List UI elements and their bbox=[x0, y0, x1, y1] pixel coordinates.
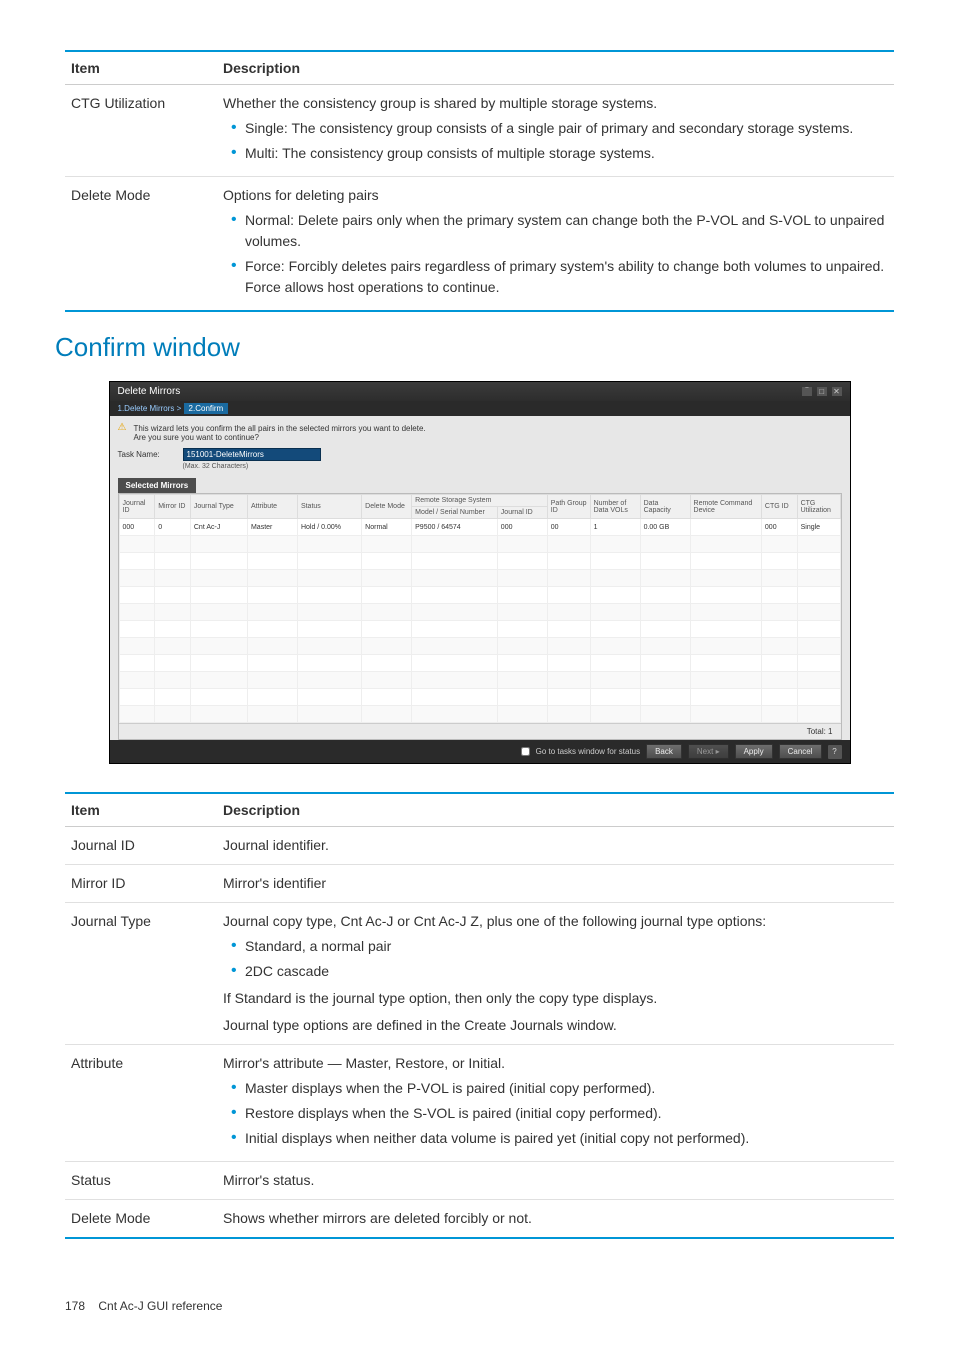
task-name-input[interactable] bbox=[183, 448, 321, 461]
page-number: 178 bbox=[65, 1299, 85, 1313]
cell-description: Mirror's identifier bbox=[217, 865, 894, 903]
cell-item: Journal ID bbox=[65, 827, 217, 865]
selected-mirrors-tab: Selected Mirrors bbox=[118, 478, 197, 493]
back-button[interactable]: Back bbox=[646, 744, 682, 759]
table-row: Attribute Mirror's attribute — Master, R… bbox=[65, 1045, 894, 1162]
section-title: Confirm window bbox=[55, 332, 894, 363]
cell-description: Mirror's status. bbox=[217, 1162, 894, 1200]
table-row: Delete Mode Options for deleting pairs N… bbox=[65, 177, 894, 312]
col-item: Item bbox=[65, 793, 217, 827]
bullet: Force: Forcibly deletes pairs regardless… bbox=[245, 256, 888, 298]
cell-description: Journal copy type, Cnt Ac-J or Cnt Ac-J … bbox=[217, 903, 894, 1045]
col-description: Description bbox=[217, 793, 894, 827]
table-row: Status Mirror's status. bbox=[65, 1162, 894, 1200]
desc-lead: Options for deleting pairs bbox=[223, 187, 379, 203]
hdr-ctg-util: CTG Utilization bbox=[797, 495, 840, 519]
cell-description: Shows whether mirrors are deleted forcib… bbox=[217, 1200, 894, 1239]
table-row: Mirror ID Mirror's identifier bbox=[65, 865, 894, 903]
bullet: Master displays when the P-VOL is paired… bbox=[245, 1078, 888, 1099]
go-to-tasks-checkbox-input[interactable] bbox=[521, 747, 530, 756]
apply-button[interactable]: Apply bbox=[735, 744, 773, 759]
hdr-attribute: Attribute bbox=[247, 495, 297, 519]
hdr-remote-storage: Remote Storage System bbox=[412, 495, 548, 507]
breadcrumb-step-1[interactable]: 1.Delete Mirrors bbox=[118, 404, 175, 413]
table-row: Journal Type Journal copy type, Cnt Ac-J… bbox=[65, 903, 894, 1045]
task-name-hint: (Max. 32 Characters) bbox=[183, 463, 249, 470]
dialog-title: Delete Mirrors bbox=[118, 386, 181, 397]
page-footer: 178 Cnt Ac-J GUI reference bbox=[65, 1299, 894, 1313]
hdr-remote-cmd-device: Remote Command Device bbox=[690, 495, 761, 519]
bullet: 2DC cascade bbox=[245, 961, 888, 982]
bullet: Multi: The consistency group consists of… bbox=[245, 143, 888, 164]
delete-mirrors-dialog: Delete Mirrors ‾ □ ✕ 1.Delete Mirrors > … bbox=[109, 381, 851, 764]
maximize-icon[interactable]: □ bbox=[817, 387, 827, 396]
cancel-button[interactable]: Cancel bbox=[779, 744, 822, 759]
cell-description: Mirror's attribute — Master, Restore, or… bbox=[217, 1045, 894, 1162]
close-icon[interactable]: ✕ bbox=[832, 387, 842, 396]
col-item: Item bbox=[65, 51, 217, 85]
grid-row[interactable]: 000 0 Cnt Ac-J Master Hold / 0.00% Norma… bbox=[119, 519, 840, 536]
go-to-tasks-checkbox[interactable]: Go to tasks window for status bbox=[517, 744, 641, 759]
hdr-path-group-id: Path Group ID bbox=[547, 495, 590, 519]
next-button[interactable]: Next ▸ bbox=[688, 744, 729, 759]
table-row: Delete Mode Shows whether mirrors are de… bbox=[65, 1200, 894, 1239]
footer-title: Cnt Ac-J GUI reference bbox=[98, 1299, 222, 1313]
hdr-journal-type: Journal Type bbox=[190, 495, 247, 519]
cell-item: Delete Mode bbox=[65, 1200, 217, 1239]
cell-description: Journal identifier. bbox=[217, 827, 894, 865]
breadcrumb-step-2: 2.Confirm bbox=[184, 403, 229, 414]
hdr-mirror-id: Mirror ID bbox=[155, 495, 191, 519]
task-name-label: Task Name: bbox=[118, 448, 173, 459]
table-row: CTG Utilization Whether the consistency … bbox=[65, 85, 894, 177]
hdr-data-capacity: Data Capacity bbox=[640, 495, 690, 519]
cell-item: Journal Type bbox=[65, 903, 217, 1045]
cell-item: Mirror ID bbox=[65, 865, 217, 903]
minimize-icon[interactable]: ‾ bbox=[802, 387, 812, 396]
hdr-delete-mode: Delete Mode bbox=[362, 495, 412, 519]
bullet: Restore displays when the S-VOL is paire… bbox=[245, 1103, 888, 1124]
desc-lead: Whether the consistency group is shared … bbox=[223, 95, 657, 111]
hdr-remote-journal-id: Journal ID bbox=[497, 507, 547, 519]
hdr-model-serial: Model / Serial Number bbox=[412, 507, 498, 519]
cell-item: Status bbox=[65, 1162, 217, 1200]
grid-total: Total: 1 bbox=[119, 723, 841, 739]
hdr-status: Status bbox=[297, 495, 361, 519]
bullet: Standard, a normal pair bbox=[245, 936, 888, 957]
cell-item: Attribute bbox=[65, 1045, 217, 1162]
wizard-breadcrumb: 1.Delete Mirrors > 2.Confirm bbox=[110, 401, 850, 416]
hdr-journal-id: Journal ID bbox=[119, 495, 155, 519]
table-row: Journal ID Journal identifier. bbox=[65, 827, 894, 865]
cell-description: Whether the consistency group is shared … bbox=[217, 85, 894, 177]
selected-mirrors-grid: Journal ID Mirror ID Journal Type Attrib… bbox=[118, 493, 842, 740]
bullet: Normal: Delete pairs only when the prima… bbox=[245, 210, 888, 252]
cell-item: Delete Mode bbox=[65, 177, 217, 312]
hdr-num-data-vols: Number of Data VOLs bbox=[590, 495, 640, 519]
hdr-ctg-id: CTG ID bbox=[761, 495, 797, 519]
help-icon[interactable]: ? bbox=[828, 745, 842, 759]
dialog-titlebar: Delete Mirrors ‾ □ ✕ bbox=[110, 382, 850, 401]
bullet: Single: The consistency group consists o… bbox=[245, 118, 888, 139]
col-description: Description bbox=[217, 51, 894, 85]
table-ctg-delete: Item Description CTG Utilization Whether… bbox=[65, 50, 894, 312]
cell-description: Options for deleting pairs Normal: Delet… bbox=[217, 177, 894, 312]
warning-message: This wizard lets you confirm the all pai… bbox=[118, 422, 842, 448]
table-confirm-fields: Item Description Journal ID Journal iden… bbox=[65, 792, 894, 1239]
bullet: Initial displays when neither data volum… bbox=[245, 1128, 888, 1149]
cell-item: CTG Utilization bbox=[65, 85, 217, 177]
